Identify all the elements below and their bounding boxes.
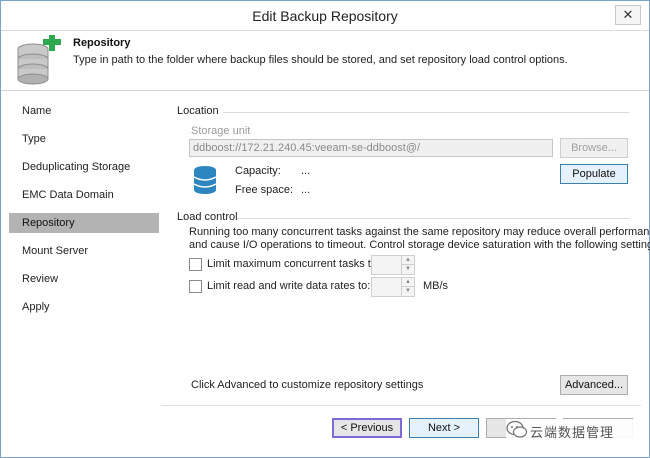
previous-button[interactable]: < Previous: [332, 418, 402, 438]
title-bar: Edit Backup Repository ✕: [1, 1, 649, 31]
load-control-description-line2: and cause I/O operations to timeout. Con…: [189, 239, 650, 251]
free-space-label: Free space:: [235, 184, 294, 196]
wechat-icon: [506, 420, 528, 438]
free-space-value: ...: [301, 184, 311, 196]
limit-tasks-label[interactable]: Limit maximum concurrent tasks to:: [207, 258, 380, 270]
populate-button[interactable]: Populate: [560, 164, 628, 184]
header-description: Type in path to the folder where backup …: [73, 54, 568, 66]
sidebar-item-name[interactable]: Name: [9, 101, 159, 121]
spinner-up-icon[interactable]: ▲: [401, 256, 414, 265]
sidebar-item-deduplicating-storage[interactable]: Deduplicating Storage: [9, 157, 159, 177]
limit-rate-label[interactable]: Limit read and write data rates to:: [207, 280, 370, 292]
watermark: 云端数据管理: [506, 419, 646, 441]
sidebar-item-repository[interactable]: Repository: [9, 213, 159, 233]
advanced-button[interactable]: Advanced...: [560, 375, 628, 395]
header-title: Repository: [73, 37, 131, 49]
location-divider: [223, 112, 629, 113]
limit-rate-checkbox[interactable]: [189, 280, 202, 293]
capacity-label: Capacity:: [235, 165, 281, 177]
sidebar-item-review[interactable]: Review: [9, 269, 159, 289]
window-title: Edit Backup Repository: [252, 8, 398, 24]
load-control-divider: [237, 218, 629, 219]
next-button[interactable]: Next >: [409, 418, 479, 438]
watermark-text: 云端数据管理: [530, 425, 615, 440]
wizard-steps-sidebar: Name Type Deduplicating Storage EMC Data…: [9, 97, 161, 443]
main-panel: Location Storage unit ddboost://172.21.2…: [161, 97, 650, 405]
rate-unit-label: MB/s: [423, 280, 449, 292]
location-group-title: Location: [177, 105, 219, 117]
advanced-hint: Click Advanced to customize repository s…: [191, 379, 424, 391]
load-control-description-line1: Running too many concurrent tasks agains…: [189, 226, 650, 238]
close-button[interactable]: ✕: [615, 5, 641, 25]
max-tasks-spinner[interactable]: ▲ ▼: [371, 255, 415, 275]
spinner-down-icon[interactable]: ▼: [401, 265, 414, 274]
footer-divider: [161, 405, 641, 406]
storage-unit-label: Storage unit: [191, 125, 251, 137]
spinner-down-icon[interactable]: ▼: [401, 287, 414, 296]
wizard-header: Repository Type in path to the folder wh…: [1, 31, 649, 91]
limit-tasks-checkbox[interactable]: [189, 258, 202, 271]
sidebar-item-type[interactable]: Type: [9, 129, 159, 149]
load-control-group-title: Load control: [177, 211, 238, 223]
storage-unit-field[interactable]: ddboost://172.21.240.45:veeam-se-ddboost…: [189, 139, 553, 157]
sidebar-item-mount-server[interactable]: Mount Server: [9, 241, 159, 261]
spinner-up-icon[interactable]: ▲: [401, 278, 414, 287]
sidebar-item-apply[interactable]: Apply: [9, 297, 159, 317]
storage-database-icon: [193, 166, 217, 194]
data-rate-spinner[interactable]: ▲ ▼: [371, 277, 415, 297]
database-add-icon: [17, 35, 61, 85]
browse-button[interactable]: Browse...: [560, 138, 628, 158]
sidebar-item-emc-data-domain[interactable]: EMC Data Domain: [9, 185, 159, 205]
capacity-value: ...: [301, 165, 311, 177]
dialog-window: Edit Backup Repository ✕ Repository Type…: [0, 0, 650, 458]
